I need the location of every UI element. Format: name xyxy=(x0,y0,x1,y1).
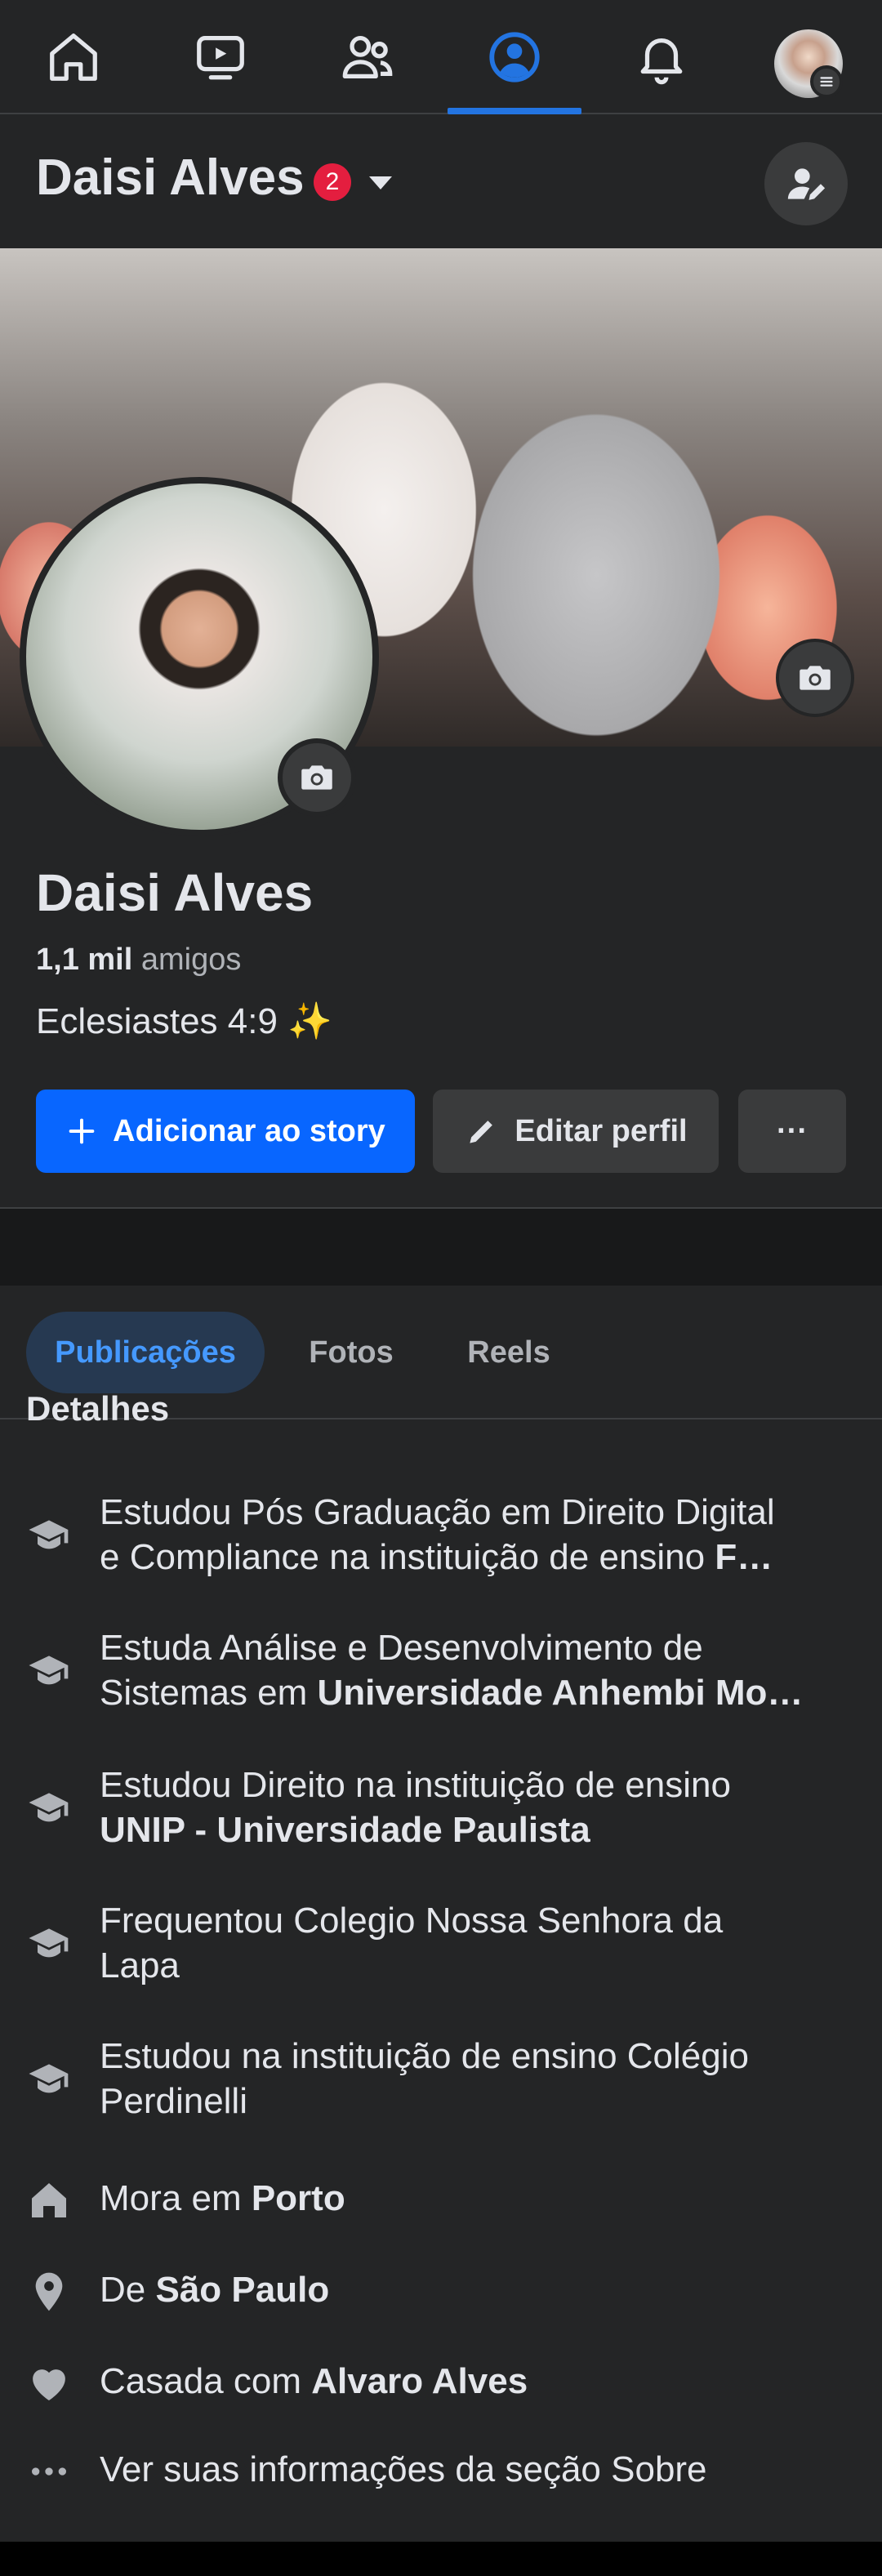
heart-icon xyxy=(24,2359,74,2408)
more-dots-icon: ··· xyxy=(777,1113,808,1148)
friends-count[interactable]: 1,1 mil amigos xyxy=(36,943,241,978)
graduation-cap-icon xyxy=(24,2055,74,2104)
detail-text: Estudou Pós Graduação em Direito Digital… xyxy=(100,1490,835,1580)
detail-text: Ver suas informações da seção Sobre xyxy=(100,2447,835,2492)
detail-line-1: Estudou Pós Graduação em Direito Digital xyxy=(100,1490,835,1535)
home-icon xyxy=(50,33,97,81)
detail-text: De São Paulo xyxy=(100,2267,835,2312)
header-username[interactable]: Daisi Alves xyxy=(36,149,305,207)
friends-label: amigos xyxy=(140,943,242,977)
detail-bold: São Paulo xyxy=(155,2270,330,2310)
profile-camera-button[interactable] xyxy=(278,738,356,817)
detail-line-2: e Compliance na instituição de ensino F… xyxy=(100,1535,835,1580)
detail-line-1: Estuda Análise e Desenvolvimento de xyxy=(100,1625,835,1670)
detail-line-1: De São Paulo xyxy=(100,2267,835,2312)
edit-profile-button[interactable]: Editar perfil xyxy=(433,1090,719,1173)
detail-line-1: Mora em Porto xyxy=(100,2176,835,2221)
graduation-cap-icon xyxy=(24,1647,74,1696)
detail-prefix: Estudou Direito na instituição de ensino xyxy=(100,1765,731,1805)
detail-line-1: Frequentou Colegio Nossa Senhora da xyxy=(100,1898,835,1943)
profile-name: Daisi Alves xyxy=(36,863,314,922)
cover-camera-button[interactable] xyxy=(776,639,854,717)
profile-bio: Eclesiastes 4:9 ✨ xyxy=(36,1001,332,1041)
detail-line2-text: Perdinelli xyxy=(100,2081,247,2121)
detail-prefix: Estudou Pós Graduação em Direito Digital xyxy=(100,1492,775,1532)
tab-photos[interactable]: Fotos xyxy=(286,1312,416,1393)
detail-prefix: Ver suas informações da seção Sobre xyxy=(100,2449,707,2489)
more-options-button[interactable]: ··· xyxy=(738,1090,846,1173)
detail-text: Estuda Análise e Desenvolvimento de Siste… xyxy=(100,1625,835,1715)
detail-prefix: Estuda Análise e Desenvolvimento de xyxy=(100,1628,703,1668)
location-pin-icon xyxy=(24,2267,74,2316)
detail-line2-text: e Compliance na instituição de ensino xyxy=(100,1537,715,1577)
graduation-cap-icon xyxy=(24,1784,74,1833)
detail-text: Frequentou Colegio Nossa Senhora da Lapa xyxy=(100,1898,835,1988)
detail-bold: Alvaro Alves xyxy=(311,2361,528,2401)
menu-icon xyxy=(810,65,843,98)
home-icon xyxy=(24,2176,74,2225)
details-heading: Detalhes xyxy=(26,1392,170,1421)
detail-bold: UNIP - Universidade Paulista xyxy=(100,1810,590,1850)
detail-line2-text: Lapa xyxy=(100,1945,180,1985)
video-icon xyxy=(197,36,244,80)
detail-bold: F… xyxy=(715,1537,773,1577)
detail-line2-text: Sistemas em xyxy=(100,1673,318,1713)
person-edit-icon xyxy=(787,168,826,200)
add-to-story-button[interactable]: Adicionar ao story xyxy=(36,1090,415,1173)
detail-line-2: Perdinelli xyxy=(100,2079,835,2124)
detail-line-2: Lapa xyxy=(100,1943,835,1988)
detail-prefix: Estudou na instituição de ensino Colégio xyxy=(100,2036,749,2076)
profile-icon xyxy=(489,32,540,82)
graduation-cap-icon xyxy=(24,1919,74,1968)
chevron-down-icon[interactable] xyxy=(369,176,392,189)
system-navigation-bar xyxy=(0,2542,882,2576)
tab-posts[interactable]: Publicações xyxy=(26,1312,265,1393)
detail-bold: Porto xyxy=(251,2178,345,2218)
detail-line-2: UNIP - Universidade Paulista xyxy=(100,1807,835,1852)
detail-line-1: Casada com Alvaro Alves xyxy=(100,2359,835,2404)
camera-icon xyxy=(800,666,831,690)
graduation-cap-icon xyxy=(24,1511,74,1560)
detail-text: Casada com Alvaro Alves xyxy=(100,2359,835,2404)
tab-reels[interactable]: Reels xyxy=(441,1312,577,1393)
plus-icon xyxy=(69,1118,95,1144)
camera-icon xyxy=(301,765,332,790)
detail-text: Estudou Direito na instituição de ensino… xyxy=(100,1763,835,1852)
nav-friends[interactable] xyxy=(302,0,433,114)
bell-icon xyxy=(640,38,683,85)
pencil-icon xyxy=(470,1121,493,1143)
nav-home[interactable] xyxy=(8,0,139,114)
detail-bold: Universidade Anhembi Mo… xyxy=(317,1673,804,1713)
add-to-story-label: Adicionar ao story xyxy=(113,1113,385,1148)
friends-count-value: 1,1 mil xyxy=(36,943,133,977)
detail-prefix: De xyxy=(100,2270,156,2310)
section-divider xyxy=(0,1207,882,1286)
detail-line-1: Estudou Direito na instituição de ensino xyxy=(100,1763,835,1807)
nav-video[interactable] xyxy=(155,0,286,114)
detail-line-1: Estudou na instituição de ensino Colégio xyxy=(100,2034,835,2079)
nav-profile[interactable] xyxy=(449,0,580,114)
nav-notifications[interactable] xyxy=(596,0,727,114)
edit-profile-label: Editar perfil xyxy=(514,1113,688,1148)
more-dots-icon xyxy=(24,2447,74,2496)
active-tab-indicator xyxy=(448,108,581,114)
detail-line-2: Sistemas em Universidade Anhembi Mo… xyxy=(100,1670,835,1715)
edit-profile-shortcut-button[interactable] xyxy=(764,142,848,225)
detail-prefix: Casada com xyxy=(100,2361,312,2401)
notification-badge: 2 xyxy=(314,163,351,201)
detail-prefix: Frequentou Colegio Nossa Senhora da xyxy=(100,1901,724,1941)
friends-icon xyxy=(342,36,393,78)
detail-text: Estudou na instituição de ensino Colégio… xyxy=(100,2034,835,2124)
top-navigation xyxy=(0,0,882,114)
profile-header: Daisi Alves 2 xyxy=(0,116,882,248)
detail-prefix: Mora em xyxy=(100,2178,252,2218)
detail-text: Mora em Porto xyxy=(100,2176,835,2221)
detail-line-1: Ver suas informações da seção Sobre xyxy=(100,2447,835,2492)
